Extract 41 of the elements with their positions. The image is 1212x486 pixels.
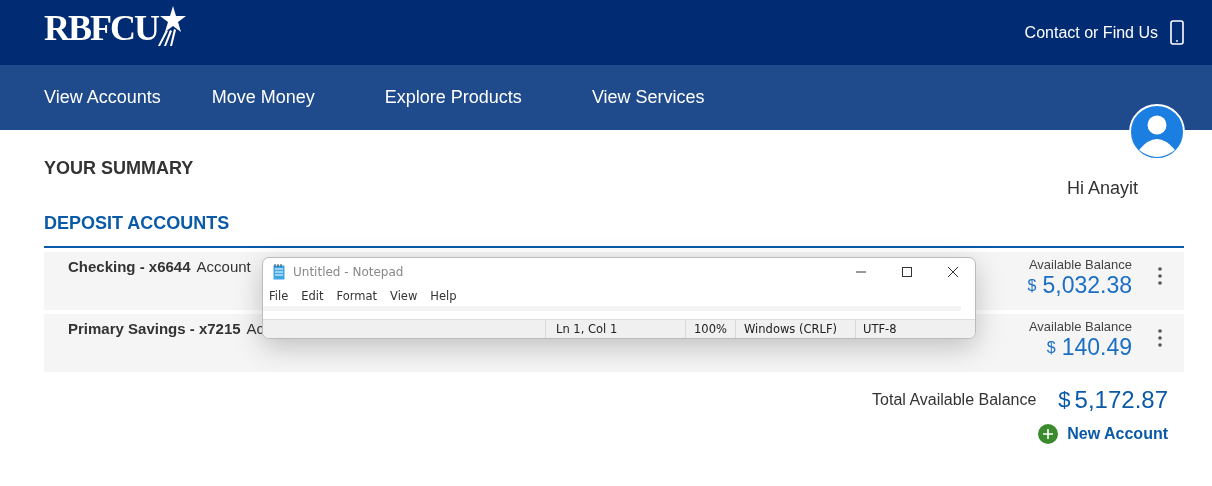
nav-item[interactable]: Explore Products — [384, 87, 522, 108]
menu-item[interactable]: Help — [430, 289, 457, 303]
status-item: Ln 1, Col 1 — [545, 320, 685, 338]
status-item: UTF-8 — [855, 320, 975, 338]
nav-item[interactable]: View Accounts — [44, 87, 161, 108]
menu-item[interactable]: File — [269, 289, 289, 303]
account-name: Primary Savings - x7215 — [68, 320, 241, 337]
logo[interactable]: RBFCU — [44, 9, 158, 46]
status-item: 100% — [685, 320, 735, 338]
total-amount: 5,172.87 — [1074, 386, 1168, 414]
currency-sign: $ — [1027, 276, 1037, 295]
nav-item[interactable]: View Services — [591, 87, 705, 108]
plus-icon — [1038, 424, 1059, 444]
nav-item[interactable]: Move Money — [211, 87, 315, 108]
status-item: Windows (CRLF) — [735, 320, 855, 338]
phone-icon — [1170, 20, 1184, 45]
contact-link[interactable]: Contact or Find Us — [1024, 23, 1158, 42]
avatar-icon[interactable] — [1129, 104, 1185, 160]
menu-item[interactable]: View — [390, 289, 418, 303]
window-title: Untitled - Notepad — [293, 265, 404, 279]
balance-label: Available Balance — [1028, 257, 1132, 272]
new-account-link[interactable]: New Account — [1067, 425, 1168, 443]
account-name: Checking - x6644 — [68, 258, 191, 275]
section-title: YOUR SUMMARY — [44, 158, 194, 179]
section-title: DEPOSIT ACCOUNTS — [44, 213, 1184, 248]
maximize-icon[interactable] — [901, 266, 913, 278]
close-icon[interactable] — [947, 266, 959, 278]
menu-item[interactable]: Format — [336, 289, 378, 303]
balance-amount: 5,032.38 — [1042, 272, 1132, 299]
account-detail: Account — [196, 258, 251, 275]
balance-amount: 140.49 — [1061, 334, 1132, 361]
account-detail: Ac — [246, 320, 265, 337]
greeting: Hi Anayit — [1066, 178, 1138, 199]
more-icon[interactable] — [1158, 329, 1162, 347]
currency-sign: $ — [1046, 338, 1056, 357]
balance-label: Available Balance — [1028, 319, 1132, 334]
more-icon[interactable] — [1158, 267, 1162, 285]
total-label: Total Available Balance — [872, 391, 1037, 409]
menu-item[interactable]: Edit — [301, 289, 324, 303]
notepad-icon — [273, 264, 285, 280]
currency-sign: $ — [1058, 387, 1071, 413]
